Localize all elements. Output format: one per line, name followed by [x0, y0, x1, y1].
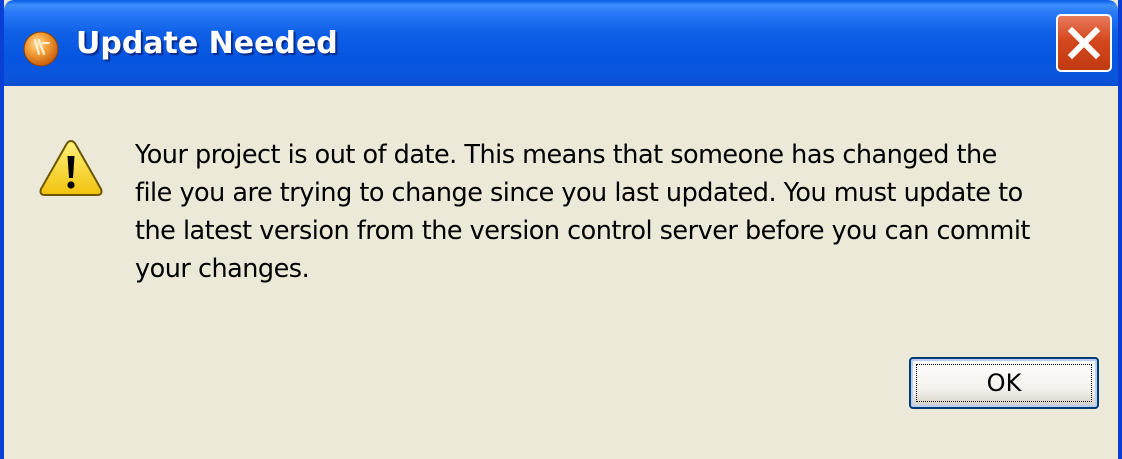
- eclipse-logo-icon: [23, 31, 59, 67]
- ok-button-label: OK: [916, 364, 1092, 402]
- message-line: file you are trying to change since you …: [135, 178, 1023, 208]
- update-needed-dialog: Update Needed Your project is out of dat…: [0, 0, 1122, 459]
- ok-button[interactable]: OK: [909, 357, 1099, 409]
- close-icon: [1067, 26, 1101, 60]
- message-line: Your project is out of date. This means …: [135, 140, 997, 170]
- close-button[interactable]: [1056, 14, 1112, 72]
- message-text: Your project is out of date. This means …: [135, 136, 1105, 288]
- message-line: your changes.: [135, 254, 310, 284]
- title-bar[interactable]: Update Needed: [4, 0, 1118, 86]
- warning-icon: [39, 139, 103, 196]
- message-line: the latest version from the version cont…: [135, 216, 1030, 246]
- dialog-title: Update Needed: [76, 26, 338, 61]
